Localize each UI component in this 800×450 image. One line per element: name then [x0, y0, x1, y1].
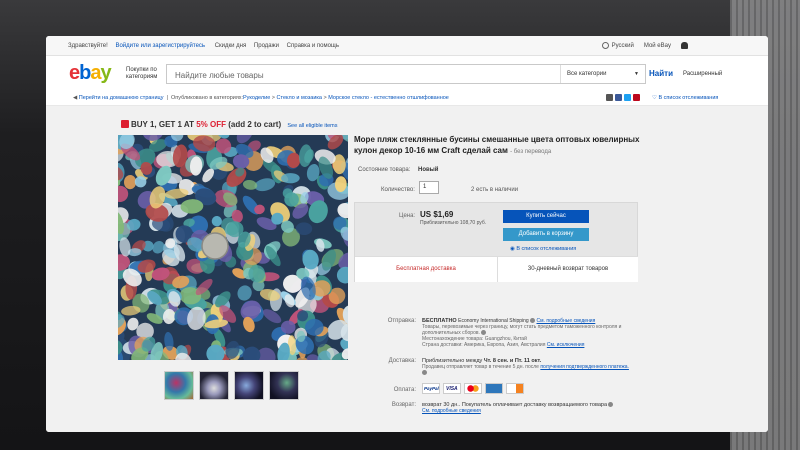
twitter-icon[interactable]	[624, 94, 631, 101]
returns-label: Возврат:	[391, 402, 416, 408]
price-box: Цена: US $1,69 Приблизительно 108,70 руб…	[354, 202, 638, 282]
delivery-info: Приблизительно между Чт. 8 сен. и Пт. 11…	[422, 358, 652, 376]
facebook-icon[interactable]	[615, 94, 622, 101]
payment-confirmation-link[interactable]: получения подтвержденного платежа.	[540, 364, 629, 370]
top-bar: Здравствуйте! Войдите или зарегистрируйт…	[46, 36, 768, 56]
price-label: Цена:	[399, 213, 416, 219]
share-icons	[606, 94, 640, 101]
thumbnail[interactable]	[199, 371, 229, 400]
thumbnail[interactable]	[164, 371, 194, 400]
language-selector[interactable]: Русский	[601, 42, 634, 49]
thumbnail[interactable]	[269, 371, 299, 400]
visa-icon: VISA	[443, 383, 461, 394]
add-to-cart-button[interactable]: Добавить в корзину	[503, 228, 589, 241]
header: ebay Покупки по категориям Найдите любые…	[46, 56, 768, 92]
greeting: Здравствуйте!	[68, 43, 108, 49]
help-icon[interactable]	[422, 370, 427, 375]
payment-label: Оплата:	[393, 387, 416, 393]
bell-icon[interactable]	[681, 42, 688, 50]
email-icon[interactable]	[606, 94, 613, 101]
globe-icon	[601, 42, 609, 49]
shipping-label: Отправка:	[387, 318, 416, 324]
quantity-label: Количество:	[381, 187, 415, 193]
sea-glass-pebble	[296, 330, 306, 342]
chevron-down-icon: ▼	[634, 71, 639, 77]
crumb-glass-mosaic[interactable]: Стекло и мозаика	[277, 95, 322, 101]
search-input[interactable]: Найдите любые товары	[175, 71, 264, 80]
shipping-info: БЕСПЛАТНО Economy International Shipping…	[422, 318, 622, 348]
help-link[interactable]: Справка и помощь	[287, 43, 339, 49]
crumb-sea-glass[interactable]: Морское стекло - естественно отшлифованн…	[328, 95, 449, 101]
thumbnail-strip	[164, 371, 299, 400]
tag-icon	[121, 120, 129, 128]
eligible-items-link[interactable]: See all eligible items	[287, 123, 337, 129]
price-value: US $1,69	[420, 210, 454, 219]
help-icon[interactable]	[608, 402, 614, 407]
help-icon[interactable]	[481, 330, 487, 335]
category-select[interactable]: Все категории ▼	[560, 65, 645, 83]
available-count: 2 есть в наличии	[471, 187, 519, 193]
amex-icon	[485, 383, 503, 394]
main-product-image[interactable]	[118, 135, 348, 360]
coin-reference	[201, 232, 229, 260]
buy-now-button[interactable]: Купить сейчас	[503, 210, 589, 223]
discover-icon	[506, 383, 524, 394]
price-approx: Приблизительно 108,70 руб.	[420, 220, 487, 226]
screen: Здравствуйте! Войдите или зарегистрируйт…	[46, 36, 768, 432]
thumbnail[interactable]	[234, 371, 264, 400]
deals-link[interactable]: Скидки дня	[215, 43, 247, 49]
crumb-crafts[interactable]: Рукоделие	[243, 95, 270, 101]
returns-badge: 30-дневный возврат товаров	[497, 256, 638, 282]
published-label: Опубликовано в категориях:	[171, 95, 244, 101]
watchlist-link[interactable]: ♡ В список отслеживания	[652, 95, 718, 101]
condition-label: Состояние товара:	[358, 167, 411, 173]
back-arrow-icon[interactable]: ◀	[73, 95, 77, 101]
paypal-icon: PayPal	[422, 383, 440, 394]
ebay-logo[interactable]: ebay	[69, 62, 112, 85]
delivery-label: Доставка:	[388, 358, 416, 364]
back-home-link[interactable]: Перейти на домашнюю страницу	[79, 95, 164, 101]
exclusions-link[interactable]: См. исключения	[547, 342, 585, 348]
my-ebay-link[interactable]: Мой eBay	[644, 43, 671, 49]
condition-value: Новый	[418, 167, 439, 173]
add-to-watchlist-link[interactable]: ◉ В список отслеживания	[510, 246, 576, 252]
search-bar: Найдите любые товары Все категории ▼	[166, 64, 646, 84]
returns-info: возврат 30 дн.. Покупатель оплачивает до…	[422, 402, 652, 414]
payment-methods: PayPal VISA	[422, 383, 524, 394]
pinterest-icon[interactable]	[633, 94, 640, 101]
find-button[interactable]: Найти	[646, 64, 676, 84]
login-link[interactable]: Войдите или зарегистрируйтесь	[115, 43, 205, 49]
no-translation-label: - без перевода	[510, 149, 552, 155]
main-content: BUY 1, GET 1 AT 5% OFF (add 2 to cart) S…	[46, 106, 768, 432]
breadcrumb: ◀ Перейти на домашнюю страницу | Опублик…	[46, 92, 768, 106]
help-icon[interactable]	[530, 318, 536, 323]
selling-link[interactable]: Продажи	[254, 43, 279, 49]
shop-by-category[interactable]: Покупки по категориям	[126, 67, 164, 81]
promo-banner: BUY 1, GET 1 AT 5% OFF (add 2 to cart) S…	[121, 120, 338, 129]
advanced-search-link[interactable]: Расширенный	[683, 71, 722, 77]
eye-icon: ◉	[510, 246, 515, 252]
item-title: Море пляж стеклянные бусины смешанные цв…	[354, 135, 640, 155]
quantity-input[interactable]: 1	[419, 181, 439, 194]
mastercard-icon	[464, 383, 482, 394]
returns-details-link[interactable]: См. подробные сведения	[422, 408, 481, 414]
free-shipping-badge: Бесплатная доставка	[355, 256, 497, 282]
